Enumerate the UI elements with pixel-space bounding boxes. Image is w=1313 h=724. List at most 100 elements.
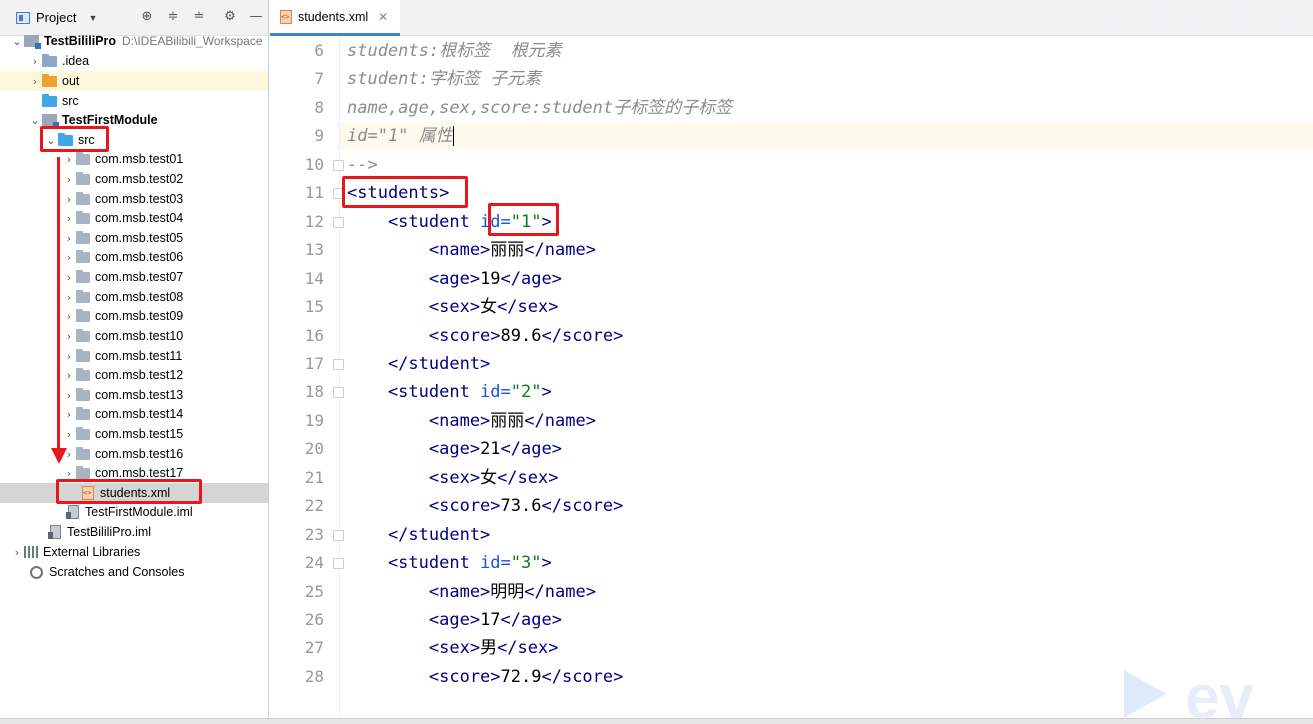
tree-item-package[interactable]: › com.msb.test10 <box>0 326 268 346</box>
code-line[interactable]: <sex>女</sex> <box>340 293 1313 321</box>
project-path: D:\IDEABilibili_Workspace <box>122 34 263 48</box>
tree-item-package[interactable]: › com.msb.test04 <box>0 208 268 228</box>
tree-item-src-module[interactable]: ⌄ src <box>0 130 268 150</box>
chevron-right-icon[interactable]: › <box>62 346 76 366</box>
code-line[interactable]: <score>73.6</score> <box>340 492 1313 520</box>
line-number: 11 <box>304 183 324 203</box>
code-line[interactable]: students:根标签 根元素 <box>340 37 1313 65</box>
tree-item-package[interactable]: › com.msb.test08 <box>0 287 268 307</box>
minimize-icon[interactable]: — <box>248 9 264 25</box>
chevron-right-icon[interactable]: › <box>62 287 76 307</box>
chevron-right-icon[interactable]: › <box>62 228 76 248</box>
tree-item-label: src <box>78 133 95 147</box>
tree-item-label: com.msb.test02 <box>95 172 184 186</box>
chevron-down-icon[interactable]: ▼ <box>88 13 97 23</box>
chevron-right-icon[interactable]: › <box>62 424 76 444</box>
tree-item-package[interactable]: › com.msb.test06 <box>0 247 268 267</box>
chevron-right-icon[interactable]: › <box>62 208 76 228</box>
chevron-right-icon[interactable]: › <box>62 306 76 326</box>
tree-item-src-root[interactable]: src <box>0 91 268 111</box>
chevron-down-icon[interactable]: ⌄ <box>10 31 24 51</box>
project-view-selector[interactable]: Project <box>36 10 76 25</box>
chevron-right-icon[interactable]: › <box>62 189 76 209</box>
code-area[interactable]: students:根标签 根元素 student:字标签 子元素 name,age,… <box>340 36 1313 718</box>
chevron-right-icon[interactable]: › <box>62 463 76 483</box>
code-line[interactable]: <student id="3"> <box>340 549 1313 577</box>
code-line[interactable]: <age>17</age> <box>340 606 1313 634</box>
locate-icon[interactable]: ⊕ <box>139 9 155 25</box>
code-token: </student> <box>347 353 491 374</box>
editor: students.xml ✕ Java面试突击八股 6 7 8 9 10 11 12 13 14… <box>270 0 1313 718</box>
code-line[interactable]: <name>明明</name> <box>340 578 1313 606</box>
tree-item-testbililipro[interactable]: ⌄ TestBililiPro D:\IDEABilibili_Workspac… <box>0 31 268 51</box>
tree-item-package[interactable]: › com.msb.test11 <box>0 346 268 366</box>
code-line[interactable]: </student> <box>340 350 1313 378</box>
tree-item-package[interactable]: › com.msb.test16 <box>0 444 268 464</box>
collapse-all-icon[interactable]: ≐ <box>191 9 207 25</box>
code-line[interactable]: <student id="1"> <box>340 208 1313 236</box>
chevron-right-icon[interactable]: › <box>28 71 42 91</box>
line-number: 14 <box>304 268 324 288</box>
code-token: <students> <box>347 183 450 204</box>
chevron-right-icon[interactable]: › <box>62 326 76 346</box>
line-number: 23 <box>304 524 324 544</box>
code-line[interactable]: <name>丽丽</name> <box>340 407 1313 435</box>
tree-item-package[interactable]: › com.msb.test14 <box>0 404 268 424</box>
code-line[interactable]: <age>19</age> <box>340 265 1313 293</box>
expand-all-icon[interactable]: ≑ <box>165 9 181 25</box>
code-line[interactable]: --> <box>340 151 1313 179</box>
chevron-right-icon[interactable]: › <box>62 385 76 405</box>
tree-item-package[interactable]: › com.msb.test05 <box>0 228 268 248</box>
code-line[interactable]: student:字标签 子元素 <box>340 65 1313 93</box>
chevron-right-icon[interactable]: › <box>28 51 42 71</box>
code-line[interactable]: <score>89.6</score> <box>340 322 1313 350</box>
code-line[interactable]: <students> <box>340 179 1313 207</box>
tree-item-package[interactable]: › com.msb.test17 <box>0 463 268 483</box>
tree-item-testfirstmodule-iml[interactable]: TestFirstModule.iml <box>0 502 268 522</box>
code-token: 男 <box>480 638 498 659</box>
tree-item-testfirstmodule[interactable]: ⌄ TestFirstModule <box>0 110 268 130</box>
code-token: 73.6 <box>500 496 542 517</box>
tree-item-package[interactable]: › com.msb.test02 <box>0 169 268 189</box>
tree-item-testbililipro-iml[interactable]: TestBililiPro.iml <box>0 522 268 542</box>
code-line[interactable]: <sex>男</sex> <box>340 634 1313 662</box>
code-token: </name> <box>524 410 596 431</box>
annotation-arrow-head <box>51 448 67 464</box>
code-line[interactable]: <student id="2"> <box>340 378 1313 406</box>
tree-item-scratches[interactable]: Scratches and Consoles <box>0 562 268 582</box>
line-number: 19 <box>304 410 324 430</box>
chevron-down-icon[interactable]: ⌄ <box>28 110 42 130</box>
scratches-icon <box>30 565 43 579</box>
tree-item-package[interactable]: › com.msb.test09 <box>0 306 268 326</box>
code-line[interactable]: id="1" 属性 <box>340 122 1313 151</box>
code-line[interactable]: <sex>女</sex> <box>340 464 1313 492</box>
code-line[interactable]: name,age,sex,score:student子标签的子标签 <box>340 94 1313 122</box>
tree-item-out[interactable]: › out <box>0 71 268 91</box>
tree-item-package[interactable]: › com.msb.test15 <box>0 424 268 444</box>
close-icon[interactable]: ✕ <box>378 10 388 24</box>
gear-icon[interactable]: ⚙ <box>222 9 238 25</box>
chevron-right-icon[interactable]: › <box>62 169 76 189</box>
tree-item-package[interactable]: › com.msb.test07 <box>0 267 268 287</box>
code-line[interactable]: <score>72.9</score> <box>340 663 1313 691</box>
tree-item-package[interactable]: › com.msb.test01 <box>0 149 268 169</box>
chevron-right-icon[interactable]: › <box>62 365 76 385</box>
chevron-right-icon[interactable]: › <box>10 542 24 562</box>
chevron-right-icon[interactable]: › <box>62 267 76 287</box>
code-line[interactable]: </student> <box>340 521 1313 549</box>
chevron-right-icon[interactable]: › <box>62 247 76 267</box>
code-line[interactable]: <name>丽丽</name> <box>340 236 1313 264</box>
tree-item-package[interactable]: › com.msb.test13 <box>0 385 268 405</box>
code-token: <age> <box>347 610 481 630</box>
tree-item-idea[interactable]: › .idea <box>0 51 268 71</box>
tab-students-xml[interactable]: students.xml ✕ <box>270 0 401 36</box>
tree-item-label: com.msb.test03 <box>95 192 184 206</box>
tree-item-package[interactable]: › com.msb.test03 <box>0 189 268 209</box>
tree-item-students-xml[interactable]: students.xml <box>0 483 268 503</box>
tree-item-package[interactable]: › com.msb.test12 <box>0 365 268 385</box>
chevron-right-icon[interactable]: › <box>62 149 76 169</box>
tree-item-external-libraries[interactable]: › External Libraries <box>0 542 268 562</box>
code-line[interactable]: <age>21</age> <box>340 435 1313 463</box>
chevron-right-icon[interactable]: › <box>62 404 76 424</box>
chevron-down-icon[interactable]: ⌄ <box>44 130 58 150</box>
